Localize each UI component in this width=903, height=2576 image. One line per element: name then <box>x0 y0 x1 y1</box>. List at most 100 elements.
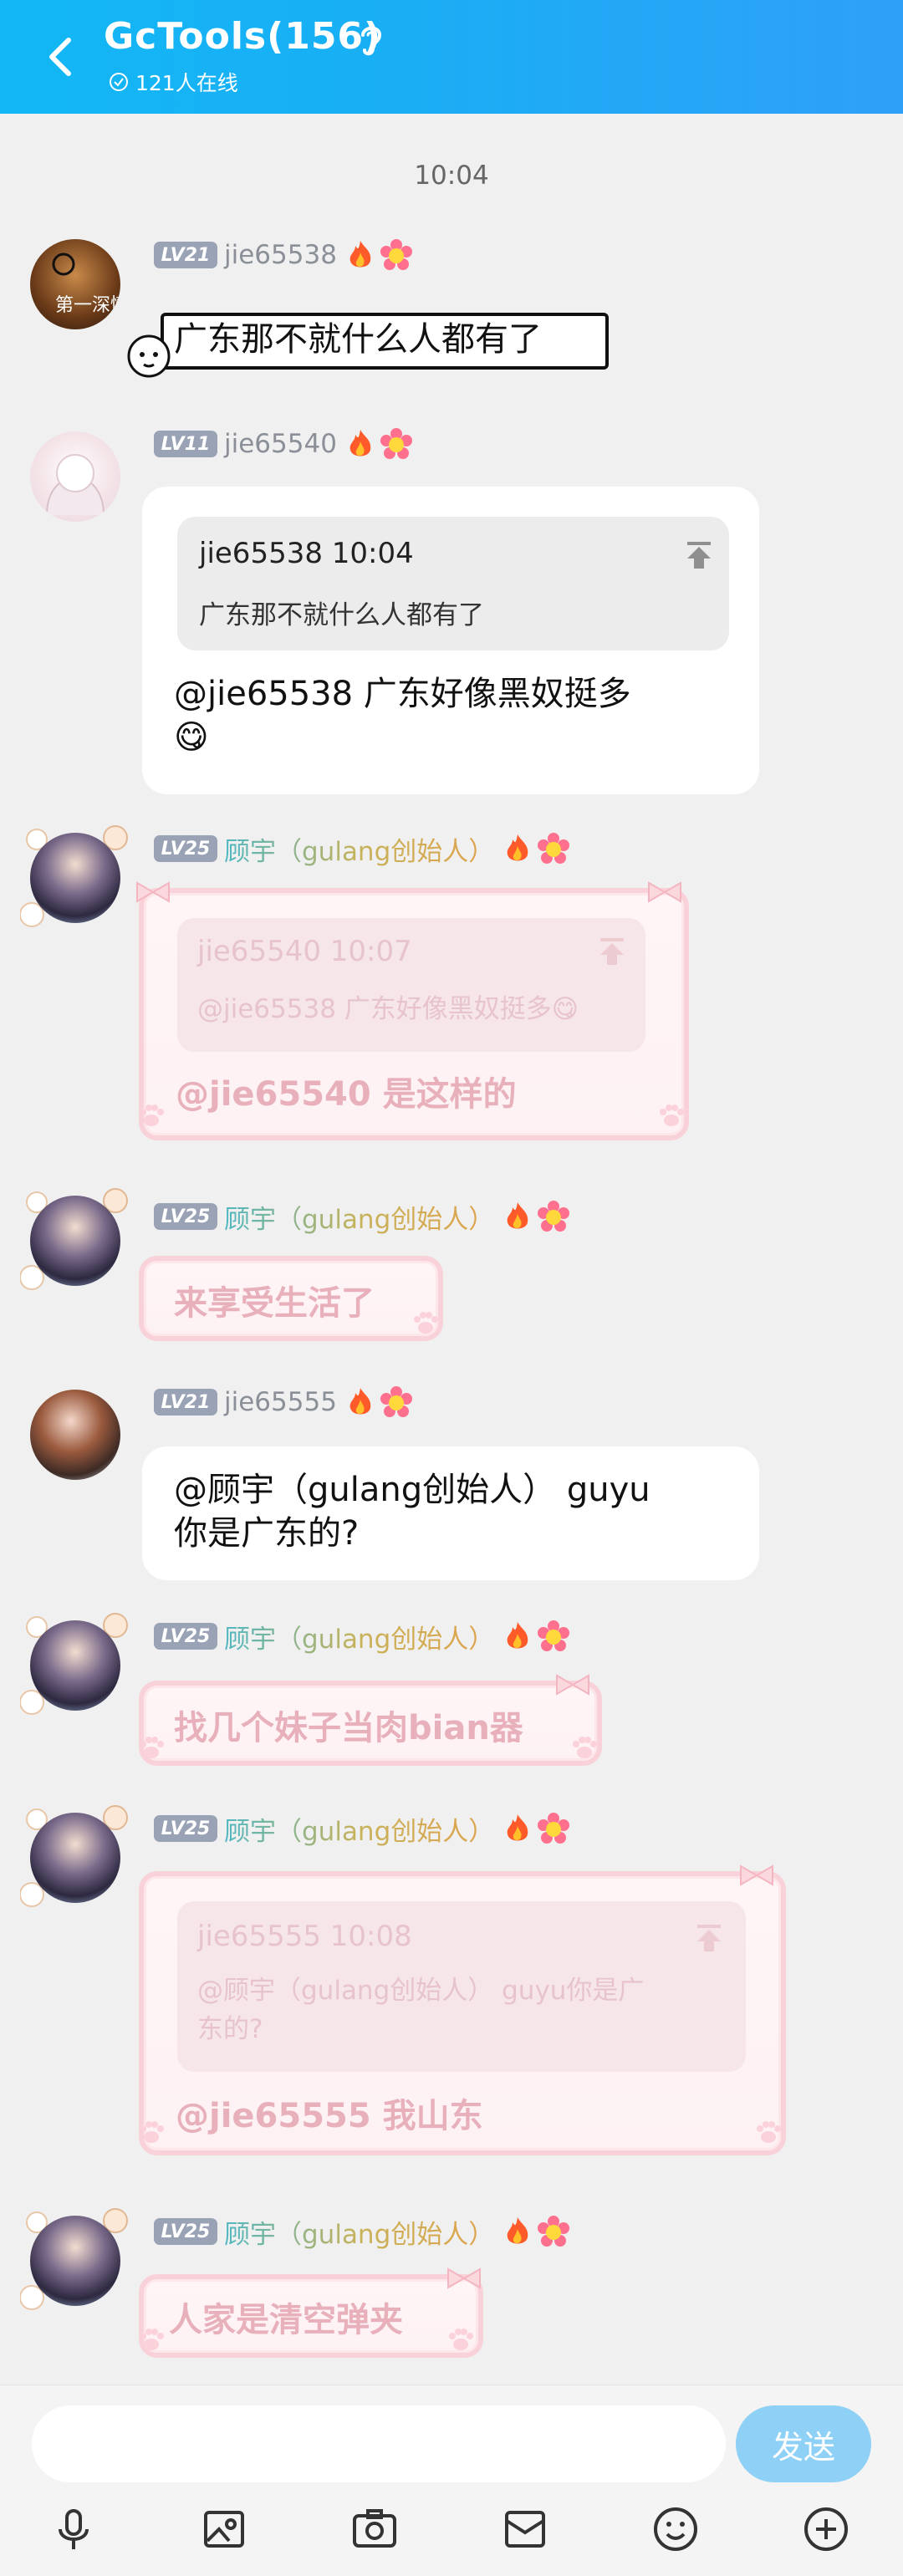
avatar[interactable] <box>30 1196 120 1286</box>
paw-icon <box>449 2329 473 2350</box>
sender-meta: LV11 jie65540 <box>154 428 412 460</box>
check-circle-icon <box>110 73 128 91</box>
fire-icon <box>507 1622 528 1649</box>
level-badge: LV25 <box>154 1623 217 1650</box>
flower-icon <box>380 428 412 459</box>
message-text: 人家是清空弹夹 <box>169 2301 403 2339</box>
group-title[interactable]: GcTools(156) <box>104 15 381 58</box>
level-badge: LV25 <box>154 1815 217 1842</box>
mic-icon[interactable] <box>47 2502 100 2556</box>
quote-body-line: @顾宇（gulang创始人） guyu你是广 <box>197 1976 645 2006</box>
paw-icon <box>573 1737 597 1758</box>
back-icon[interactable] <box>40 33 80 80</box>
avatar[interactable]: 第一深情 <box>30 239 120 329</box>
ear-icon[interactable] <box>356 22 386 59</box>
avatar[interactable] <box>30 833 120 923</box>
bow-icon <box>556 1674 589 1696</box>
message-text: @jie65540 是这样的 <box>176 1075 517 1114</box>
image-icon[interactable] <box>197 2502 251 2556</box>
online-status: 121人在线 <box>109 67 238 97</box>
sender-name[interactable]: 顾宇（gulang创始人） <box>224 1810 494 1848</box>
level-badge: LV25 <box>154 1203 217 1230</box>
quoted-message[interactable]: jie65540 10:07 @jie65538 广东好像黑奴挺多😋 <box>177 918 645 1052</box>
online-count: 121人在线 <box>135 71 238 95</box>
message-bubble-doodle[interactable]: 广东那不就什么人都有了 <box>161 313 609 370</box>
avatar[interactable] <box>30 1620 120 1711</box>
camera-icon[interactable] <box>348 2502 401 2556</box>
bow-icon <box>136 881 170 903</box>
sender-name[interactable]: 顾宇（gulang创始人） <box>224 830 494 868</box>
fire-icon <box>349 430 371 457</box>
paw-icon <box>140 1737 164 1758</box>
paw-icon <box>140 1104 164 1126</box>
level-badge: LV11 <box>154 431 217 457</box>
timestamp: 10:04 <box>414 161 489 191</box>
message-bubble-pink[interactable]: 来享受生活了 <box>139 1256 443 1341</box>
flower-icon <box>538 2216 570 2247</box>
send-button[interactable]: 发送 <box>736 2405 871 2482</box>
message-input[interactable] <box>32 2405 726 2482</box>
flower-icon <box>538 1201 570 1232</box>
sender-name[interactable]: 顾宇（gulang创始人） <box>224 1618 494 1655</box>
sender-meta: LV25 顾宇（gulang创始人） <box>154 1201 570 1235</box>
quoted-message[interactable]: jie65555 10:08 @顾宇（gulang创始人） guyu你是广 东的… <box>177 1901 746 2072</box>
paw-icon <box>757 2121 781 2143</box>
message-bubble-pink[interactable]: 找几个妹子当肉bian器 <box>139 1674 602 1766</box>
message-text-main: @jie65538 广东好像黑奴挺多 <box>174 675 631 713</box>
sender-name[interactable]: 顾宇（gulang创始人） <box>224 2213 494 2251</box>
fire-icon <box>507 2217 528 2244</box>
level-badge: LV25 <box>154 2218 217 2245</box>
emoji: 😋 <box>174 718 209 757</box>
message-text: 找几个妹子当肉bian器 <box>174 1709 523 1747</box>
message-bubble[interactable]: jie65538 10:04 广东那不就什么人都有了 @jie65538 广东好… <box>142 487 759 794</box>
bow-icon <box>648 881 681 903</box>
level-badge: LV21 <box>154 242 217 268</box>
avatar[interactable] <box>30 2216 120 2306</box>
level-badge: LV25 <box>154 835 217 862</box>
paw-icon <box>414 1312 438 1334</box>
avatar[interactable] <box>30 1813 120 1903</box>
message-bubble[interactable]: @顾宇（gulang创始人） guyu 你是广东的? <box>142 1446 759 1580</box>
fire-icon <box>349 241 371 268</box>
sender-meta: LV25 顾宇（gulang创始人） <box>154 1813 570 1847</box>
sender-name[interactable]: jie65538 <box>224 240 337 270</box>
envelope-icon[interactable] <box>498 2502 552 2556</box>
jump-to-top-icon[interactable] <box>682 538 716 572</box>
message-text: 广东那不就什么人都有了 <box>174 320 542 359</box>
fire-icon <box>507 1814 528 1841</box>
sender-meta: LV25 顾宇（gulang创始人） <box>154 830 570 868</box>
flower-icon <box>538 1813 570 1844</box>
sender-name[interactable]: jie65540 <box>224 429 337 459</box>
sender-meta: LV21 jie65538 <box>154 239 412 271</box>
quote-body: 广东那不就什么人都有了 <box>199 600 484 630</box>
jump-to-top-icon[interactable] <box>692 1921 726 1955</box>
quote-body: @顾宇（gulang创始人） guyu你是广 东的? <box>197 1972 716 2048</box>
sender-meta: LV25 顾宇（gulang创始人） <box>154 1618 570 1655</box>
message-text: @jie65555 我山东 <box>176 2097 483 2135</box>
jump-to-top-icon[interactable] <box>595 935 629 968</box>
svg-text:第一深情: 第一深情 <box>55 295 120 316</box>
bow-icon <box>740 1864 773 1886</box>
quote-body-line: 东的? <box>197 2014 263 2044</box>
message-text: @jie65538 广东好像黑奴挺多 😋 <box>174 672 726 759</box>
fire-icon <box>507 1202 528 1229</box>
message-bubble-pink[interactable]: 人家是清空弹夹 <box>139 2267 483 2358</box>
flower-icon <box>380 239 412 270</box>
sticker-character-icon <box>127 334 171 378</box>
flower-icon <box>538 833 570 864</box>
sender-name[interactable]: jie65555 <box>224 1387 337 1417</box>
message-bubble-pink[interactable]: jie65555 10:08 @顾宇（gulang创始人） guyu你是广 东的… <box>139 1864 786 2155</box>
fire-icon <box>349 1388 371 1415</box>
avatar[interactable] <box>30 1390 120 1480</box>
plus-icon[interactable] <box>799 2502 853 2556</box>
quote-header: jie65540 10:07 <box>197 935 412 968</box>
avatar[interactable] <box>30 431 120 522</box>
emoji-icon[interactable] <box>649 2502 702 2556</box>
level-badge: LV21 <box>154 1389 217 1416</box>
message-bubble-pink[interactable]: jie65540 10:07 @jie65538 广东好像黑奴挺多😋 @jie6… <box>136 881 689 1140</box>
paw-icon <box>140 2121 164 2143</box>
sender-name[interactable]: 顾宇（gulang创始人） <box>224 1198 494 1236</box>
sender-meta: LV21 jie65555 <box>154 1386 412 1418</box>
quoted-message[interactable]: jie65538 10:04 广东那不就什么人都有了 <box>177 517 729 650</box>
paw-icon <box>140 2329 164 2350</box>
